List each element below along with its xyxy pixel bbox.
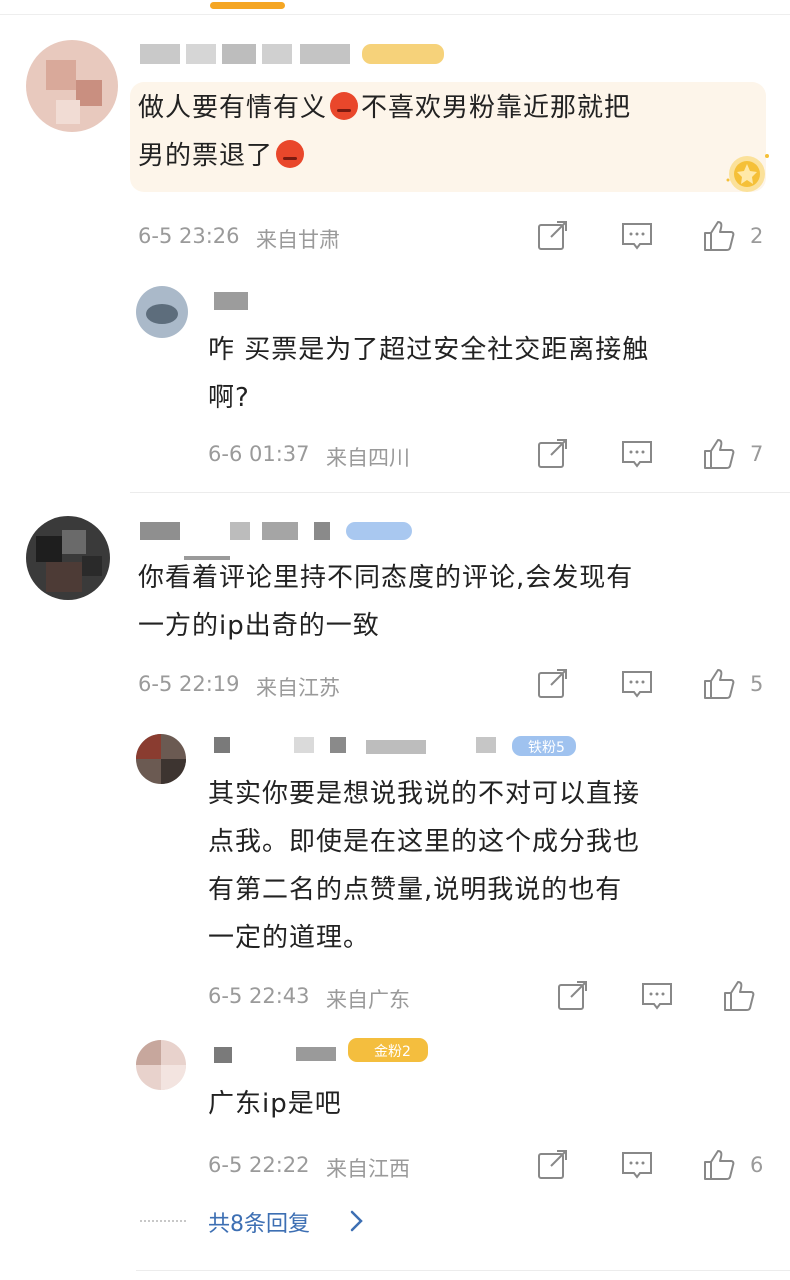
gold-badge-icon xyxy=(722,150,772,194)
reply-location: 来自江西 xyxy=(326,1157,410,1181)
fan-badge: 铁粉5 xyxy=(512,736,576,756)
reply-time: 6-5 22:22 xyxy=(208,1153,310,1177)
share-icon[interactable] xyxy=(556,979,590,1013)
like-count: 5 xyxy=(750,672,764,696)
avatar[interactable] xyxy=(26,516,110,600)
comment-text: 你看着评论里持不同态度的评论,会发现有 xyxy=(138,563,634,593)
reply-location: 来自四川 xyxy=(326,446,410,470)
avatar[interactable] xyxy=(26,40,118,132)
angry-face-icon xyxy=(330,92,359,120)
reply-text: 有第二名的点赞量,说明我说的也有 xyxy=(208,875,623,905)
like-icon[interactable] xyxy=(702,1148,736,1182)
share-icon[interactable] xyxy=(536,437,570,471)
comment-text-part: 不喜欢男粉靠近那就把 xyxy=(361,93,632,123)
share-icon[interactable] xyxy=(536,219,570,253)
like-icon[interactable] xyxy=(702,219,736,253)
like-icon[interactable] xyxy=(702,437,736,471)
comment-location: 来自甘肃 xyxy=(256,228,340,252)
comment-icon[interactable] xyxy=(620,667,654,701)
bottom-divider xyxy=(136,1270,790,1271)
comment-location: 来自江苏 xyxy=(256,676,340,700)
top-divider xyxy=(0,14,790,15)
comment-time: 6-5 23:26 xyxy=(138,224,240,248)
reply-time: 6-6 01:37 xyxy=(208,442,310,466)
angry-face-icon xyxy=(276,140,305,168)
reply-text: 一定的道理。 xyxy=(208,923,371,953)
username-blurred[interactable] xyxy=(214,292,248,310)
fan-badge xyxy=(362,44,444,64)
reply-location: 来自广东 xyxy=(326,988,410,1012)
comment-time: 6-5 22:19 xyxy=(138,672,240,696)
comment-icon[interactable] xyxy=(640,979,674,1013)
tab-indicator xyxy=(210,2,285,9)
avatar[interactable] xyxy=(136,1040,186,1090)
like-count: 6 xyxy=(750,1153,764,1177)
comment-icon[interactable] xyxy=(620,437,654,471)
like-count: 7 xyxy=(750,442,764,466)
comment-text-part: 做人要有情有义 xyxy=(138,93,328,123)
fan-badge: 金粉2 xyxy=(348,1038,428,1062)
share-icon[interactable] xyxy=(536,667,570,701)
reply-time: 6-5 22:43 xyxy=(208,984,310,1008)
like-icon[interactable] xyxy=(702,667,736,701)
avatar[interactable] xyxy=(136,734,186,784)
chevron-right-icon[interactable] xyxy=(348,1208,366,1234)
comment-text: 男的票退了 xyxy=(138,132,307,180)
reply-text: 广东ip是吧 xyxy=(208,1089,342,1119)
reply-text: 啊? xyxy=(208,383,250,413)
avatar[interactable] xyxy=(136,286,188,338)
reply-text: 其实你要是想说我说的不对可以直接 xyxy=(208,779,641,809)
fan-badge xyxy=(346,522,412,540)
like-icon[interactable] xyxy=(722,979,756,1013)
comment-text: 做人要有情有义 不喜欢男粉靠近那就把 xyxy=(138,84,631,132)
fan-badge-label: 铁粉5 xyxy=(528,740,565,756)
comment-divider xyxy=(130,492,790,493)
comment-text: 一方的ip出奇的一致 xyxy=(138,611,380,641)
reply-text: 点我。即使是在这里的这个成分我也 xyxy=(208,827,641,857)
share-icon[interactable] xyxy=(536,1148,570,1182)
comment-icon[interactable] xyxy=(620,1148,654,1182)
comment-text-part: 男的票退了 xyxy=(138,141,274,171)
more-replies-link[interactable]: 共8条回复 xyxy=(208,1206,310,1238)
comment-icon[interactable] xyxy=(620,219,654,253)
dotted-line xyxy=(140,1220,186,1222)
reply-text: 咋 买票是为了超过安全社交距离接触 xyxy=(208,335,650,365)
fan-badge-label: 金粉2 xyxy=(374,1044,411,1060)
like-count: 2 xyxy=(750,224,764,248)
